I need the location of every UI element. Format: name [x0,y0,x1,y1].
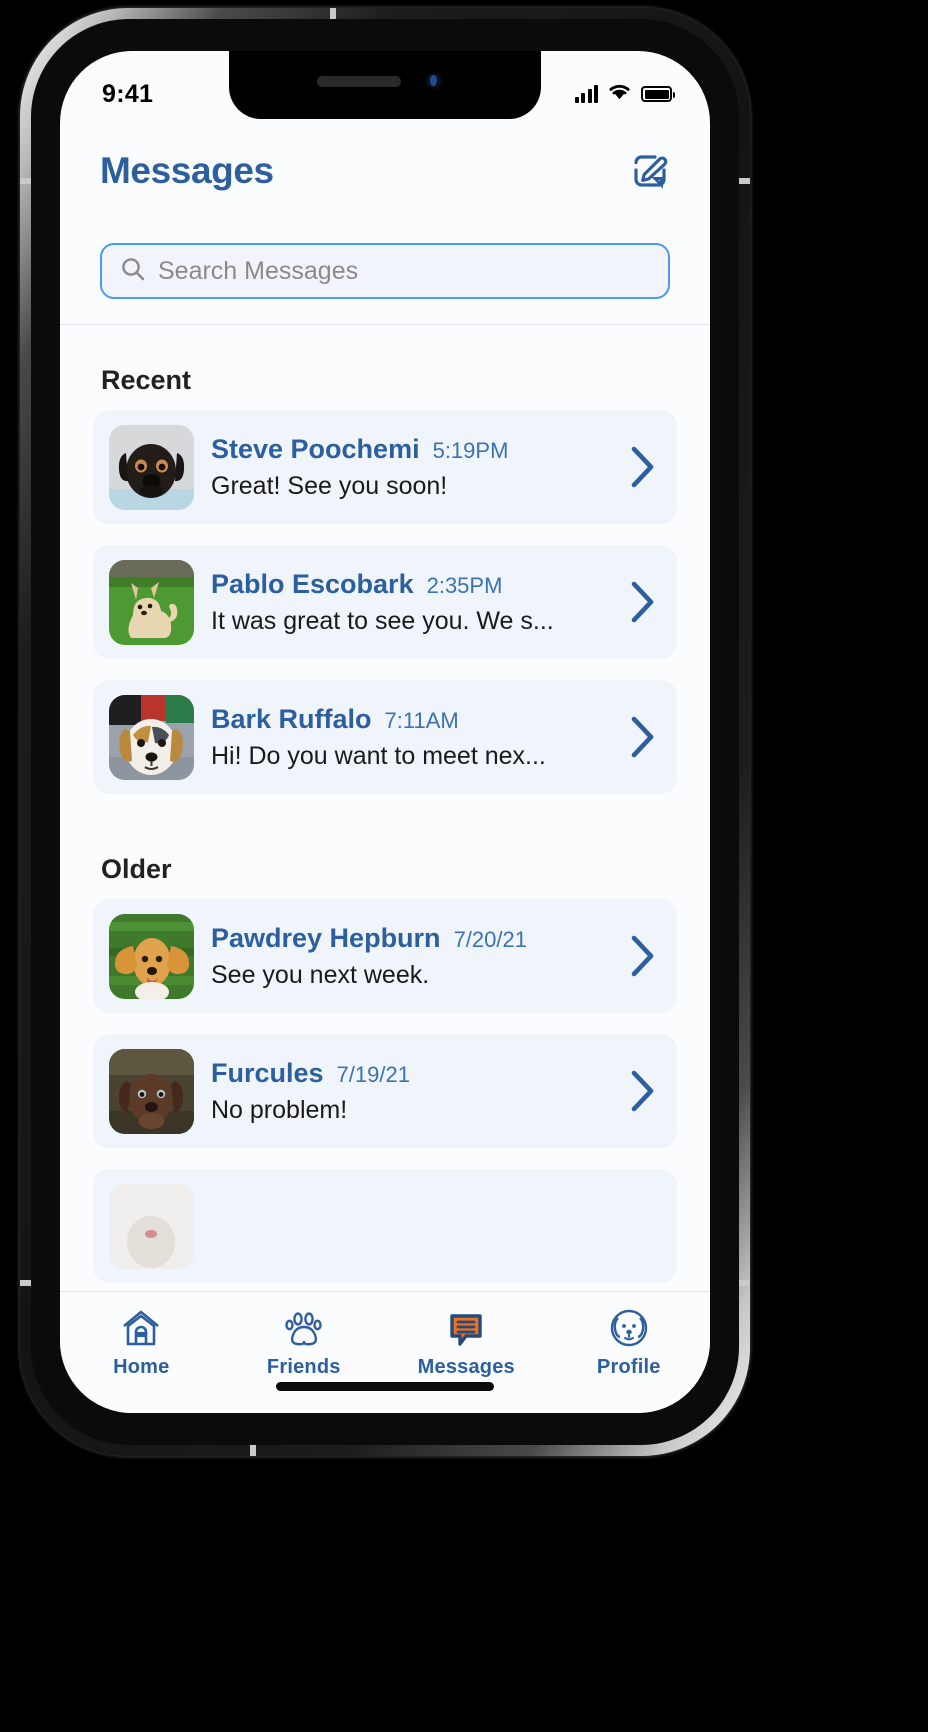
bottom-tab-bar: Home Friends Messages Profile [60,1291,710,1413]
message-row-header: Bark Ruffalo 7:11AM [211,704,617,735]
battery-icon [641,86,675,102]
message-timestamp: 5:19PM [432,437,509,463]
page-title: Messages [100,150,274,191]
dog-face-icon [608,1305,650,1351]
tab-home[interactable]: Home [66,1305,216,1379]
header-divider [60,324,710,325]
antenna-line-bottom [250,1444,256,1456]
chevron-right-icon[interactable] [625,931,659,981]
tab-label: Home [113,1356,170,1378]
message-timestamp: 7:11AM [384,707,459,733]
search-placeholder-text: Search Messages [158,256,359,285]
chat-bubble-icon [445,1305,487,1351]
message-preview: Great! See you soon! [211,471,448,500]
message-row[interactable]: Bark Ruffalo 7:11AM Hi! Do you want to mee… [93,680,677,794]
antenna-line-right-bottom [738,1280,750,1286]
phone-device-frame: 9:41 Messages Search Messages Recent Ste… [20,8,750,1456]
message-row-partial[interactable] [93,1169,677,1283]
message-row[interactable]: Furcules 7/19/21 No problem! [93,1034,677,1148]
search-input[interactable]: Search Messages [100,243,670,299]
message-row-header: Pawdrey Hepburn 7/20/21 [211,923,617,954]
message-row-body: Pablo Escobark 2:35PM It was great to see … [211,569,617,636]
message-row-header: Furcules 7/19/21 [211,1058,617,1089]
tab-profile[interactable]: Profile [554,1305,704,1379]
cellular-signal-icon [574,85,598,103]
message-preview: See you next week. [211,960,430,989]
compose-icon[interactable] [626,147,674,195]
avatar [109,1048,194,1134]
avatar [109,1183,194,1269]
tab-label: Messages [417,1356,515,1378]
message-preview: Hi! Do you want to meet nex... [211,741,546,770]
avatar [109,694,194,780]
message-row-body: Pawdrey Hepburn 7/20/21 See you next week. [211,923,617,990]
front-camera-icon [425,72,443,90]
chevron-right-icon[interactable] [625,1066,659,1116]
message-timestamp: 7/19/21 [336,1061,410,1087]
message-preview: It was great to see you. We s... [211,606,554,635]
avatar [109,559,194,645]
contact-name: Bark Ruffalo [211,703,372,734]
message-row-body: Furcules 7/19/21 No problem! [211,1058,617,1125]
tab-label: Friends [266,1356,341,1378]
search-bar-container: Search Messages [60,243,710,299]
contact-name: Pablo Escobark [211,568,414,599]
message-row[interactable]: Pablo Escobark 2:35PM It was great to see … [93,545,677,659]
message-row-header: Pablo Escobark 2:35PM [211,569,617,600]
home-indicator[interactable] [276,1382,494,1391]
message-row-header: Steve Poochemi 5:19PM [211,434,617,465]
message-row[interactable]: Pawdrey Hepburn 7/20/21 See you next week. [93,899,677,1013]
search-icon [120,256,146,287]
status-bar-indicators [574,82,675,106]
contact-name: Furcules [211,1057,324,1088]
antenna-line-right-top [738,178,750,184]
section-header-older: Older [101,854,172,884]
device-notch [229,51,541,119]
wifi-icon [607,82,632,106]
earpiece-speaker [317,76,401,87]
avatar [109,424,194,510]
chevron-right-icon[interactable] [625,442,659,492]
message-row-body: Bark Ruffalo 7:11AM Hi! Do you want to mee… [211,704,617,771]
house-icon [120,1305,162,1351]
message-preview: No problem! [211,1095,348,1124]
message-timestamp: 7/20/21 [453,926,527,952]
paw-print-icon [283,1305,325,1351]
contact-name: Steve Poochemi [211,433,420,464]
phone-screen: 9:41 Messages Search Messages Recent Ste… [60,51,710,1413]
chevron-right-icon[interactable] [625,577,659,627]
app-header: Messages [60,119,710,195]
chevron-right-icon[interactable] [625,712,659,762]
message-timestamp: 2:35PM [426,572,503,598]
message-row-body: Steve Poochemi 5:19PM Great! See you soon! [211,434,617,501]
tab-label: Profile [596,1356,661,1378]
tab-friends[interactable]: Friends [229,1305,379,1379]
tab-messages[interactable]: Messages [391,1305,541,1379]
contact-name: Pawdrey Hepburn [211,922,441,953]
message-list[interactable]: Recent Steve Poochemi 5:19PM Great! See yo… [60,326,710,1291]
avatar [109,913,194,999]
message-row[interactable]: Steve Poochemi 5:19PM Great! See you soon! [93,410,677,524]
section-header-recent: Recent [101,365,192,395]
status-bar-time: 9:41 [102,79,154,108]
